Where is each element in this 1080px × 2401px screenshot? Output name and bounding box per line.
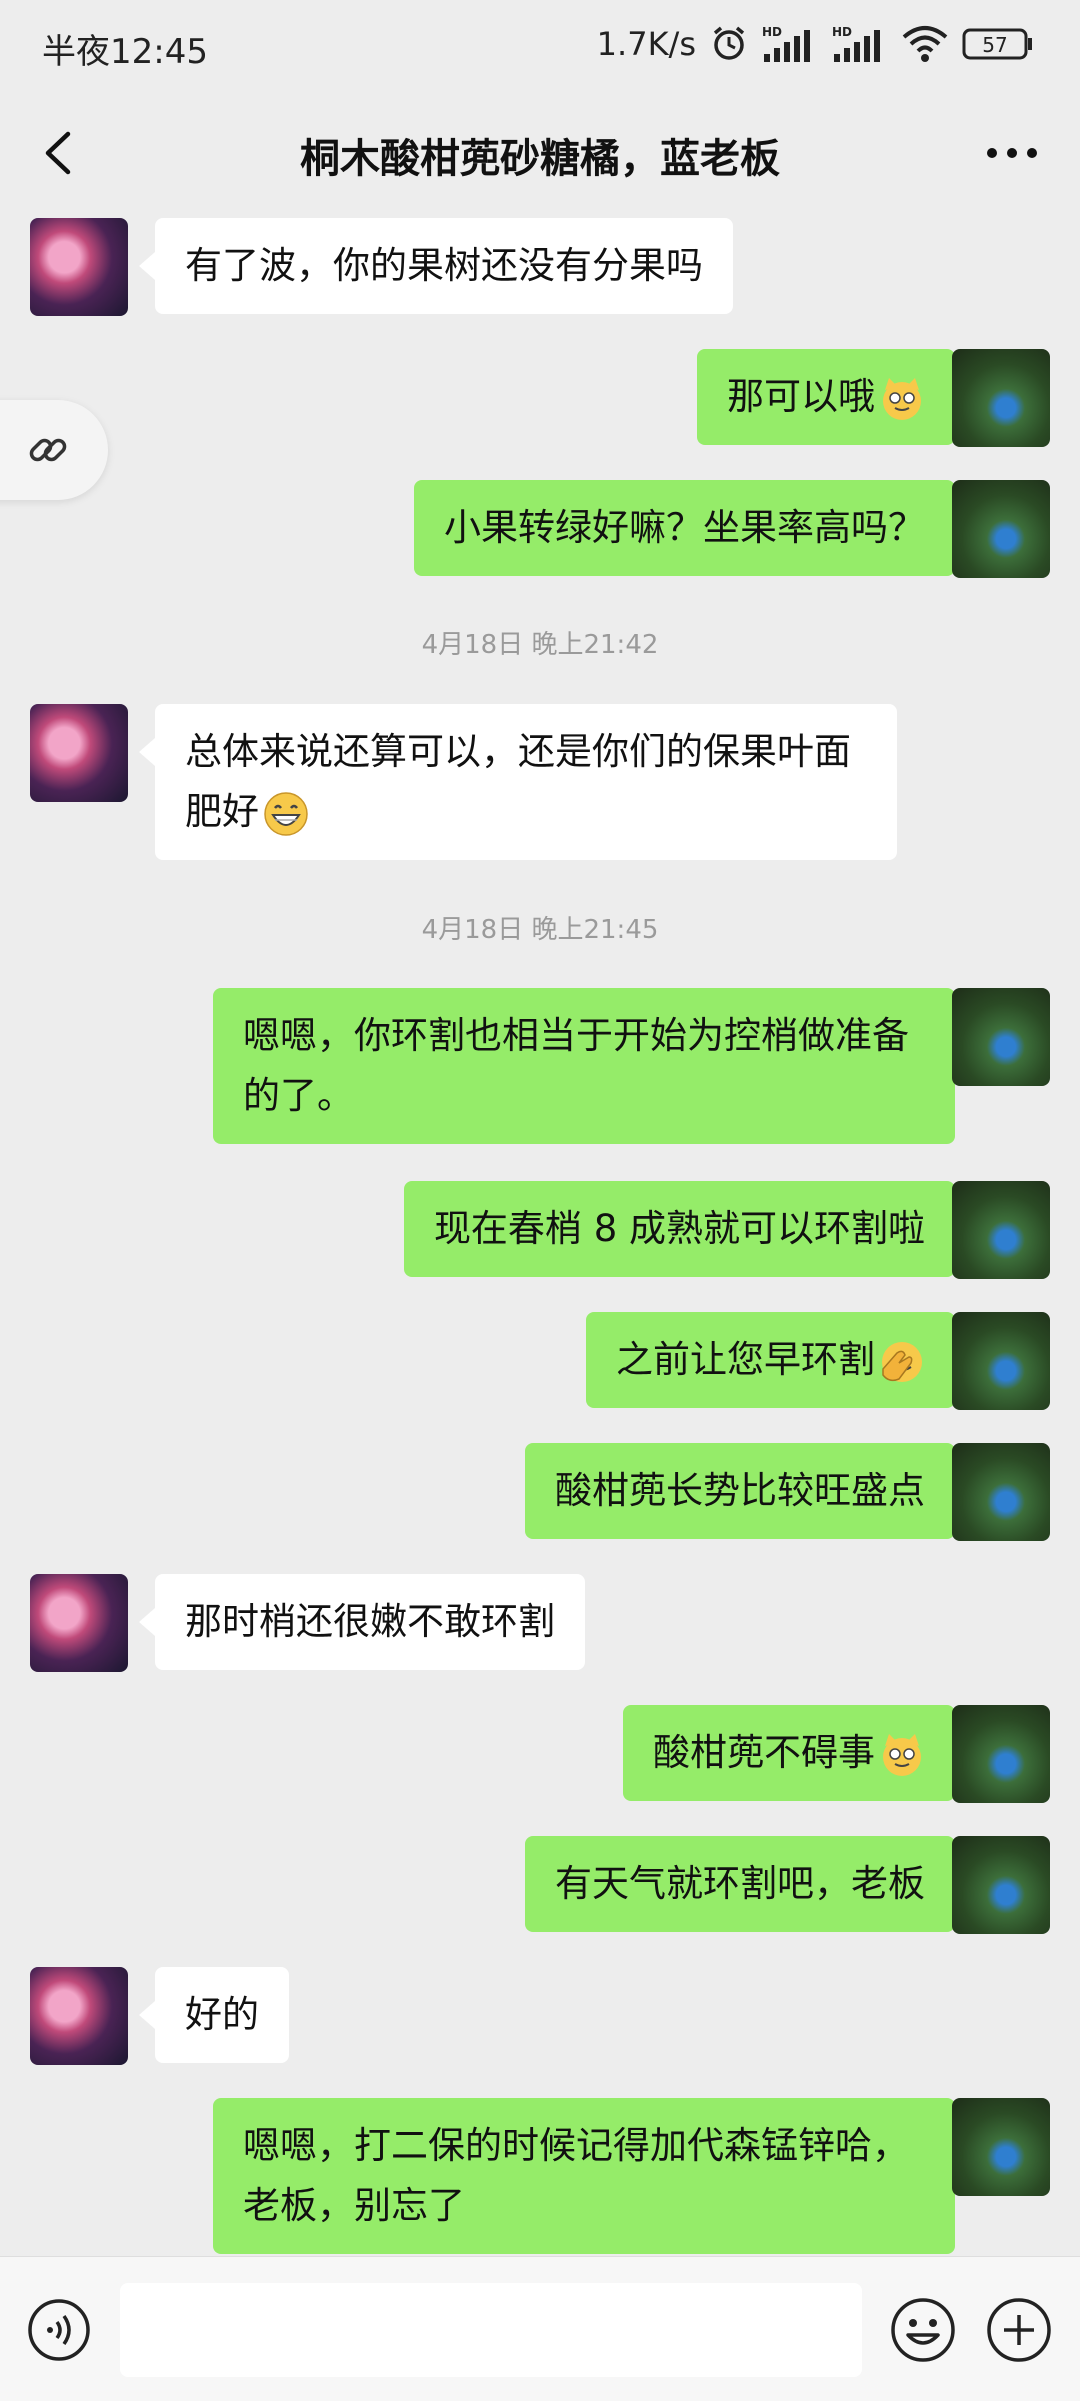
plus-button[interactable] xyxy=(984,2295,1054,2365)
floating-link-button[interactable] xyxy=(0,400,108,500)
message-bubble[interactable]: 有了波，你的果树还没有分果吗 xyxy=(139,218,733,314)
my-avatar[interactable] xyxy=(952,480,1050,578)
voice-button[interactable] xyxy=(26,2297,92,2363)
plus-icon xyxy=(987,2298,1051,2362)
message-bubble[interactable]: 嗯嗯，打二保的时候记得加代森锰锌哈，老板，别忘了 xyxy=(213,2098,971,2254)
contact-avatar[interactable] xyxy=(30,1574,128,1672)
message-input[interactable] xyxy=(120,2283,862,2377)
message-bubble[interactable]: 有天气就环割吧，老板 xyxy=(525,1836,971,1932)
message-bubble[interactable]: 嗯嗯，你环割也相当于开始为控梢做准备的了。 xyxy=(213,988,971,1144)
input-bar xyxy=(0,2256,1080,2401)
status-time: 半夜12:45 xyxy=(42,32,208,72)
wifi-icon xyxy=(902,25,948,63)
message-bubble[interactable]: 好的 xyxy=(139,1967,289,2063)
battery-icon: 57 xyxy=(962,26,1034,62)
svg-text:HD: HD xyxy=(832,25,852,39)
message-bubble[interactable]: 小果转绿好嘛？坐果率高吗？ xyxy=(414,480,971,576)
cat-emoji-icon xyxy=(883,377,921,420)
status-icons: 1.7K/s HD HD 57 xyxy=(597,22,1034,66)
my-avatar[interactable] xyxy=(952,1443,1050,1541)
timestamp: 4月18日 晚上21:45 xyxy=(421,915,659,945)
message-bubble[interactable]: 酸柑蔸不碍事 xyxy=(623,1705,971,1801)
link-icon xyxy=(29,438,67,462)
my-avatar[interactable] xyxy=(952,1705,1050,1803)
status-bar: 半夜12:45 1.7K/s HD HD 57 xyxy=(0,0,1080,92)
chat-list[interactable]: 有了波，你的果树还没有分果吗 那可以哦 小果转绿好嘛？坐果率高吗？ 4月18日 … xyxy=(0,216,1080,2256)
more-icon xyxy=(987,148,1037,158)
my-avatar[interactable] xyxy=(952,1836,1050,1934)
contact-avatar[interactable] xyxy=(30,1967,128,2065)
message-bubble[interactable]: 之前让您早环割 xyxy=(586,1312,971,1408)
message-bubble[interactable]: 现在春梢 8 成熟就可以环割啦 xyxy=(403,1181,972,1277)
message-bubble[interactable]: 那可以哦 xyxy=(697,349,971,445)
more-button[interactable] xyxy=(980,122,1044,184)
my-avatar[interactable] xyxy=(952,349,1050,447)
emoji-icon xyxy=(891,2298,955,2362)
emoji-button[interactable] xyxy=(888,2295,958,2365)
signal-icon: HD xyxy=(762,24,818,64)
contact-avatar[interactable] xyxy=(30,704,128,802)
contact-avatar[interactable] xyxy=(30,218,128,316)
facepalm-emoji-icon xyxy=(882,1341,922,1382)
cat-emoji-icon xyxy=(883,1733,921,1776)
chat-title: 桐木酸柑蔸砂糖橘，蓝老板 xyxy=(300,136,780,182)
signal-icon-2: HD xyxy=(832,24,888,64)
svg-text:HD: HD xyxy=(762,25,782,39)
alarm-icon xyxy=(710,25,748,63)
my-avatar[interactable] xyxy=(952,988,1050,1086)
my-avatar[interactable] xyxy=(952,1312,1050,1410)
battery-level: 57 xyxy=(982,33,1007,57)
grin-emoji-icon xyxy=(264,791,308,836)
message-bubble[interactable]: 总体来说还算可以，还是你们的保果叶面肥好 xyxy=(139,704,897,860)
timestamp: 4月18日 晚上21:42 xyxy=(421,630,659,660)
message-bubble[interactable]: 那时梢还很嫩不敢环割 xyxy=(139,1574,585,1670)
message-bubble[interactable]: 酸柑蔸长势比较旺盛点 xyxy=(525,1443,971,1539)
chat-header: 桐木酸柑蔸砂糖橘，蓝老板 xyxy=(0,92,1080,216)
my-avatar[interactable] xyxy=(952,1181,1050,1279)
voice-icon xyxy=(28,2299,90,2361)
my-avatar[interactable] xyxy=(952,2098,1050,2196)
network-speed: 1.7K/s xyxy=(596,25,696,63)
